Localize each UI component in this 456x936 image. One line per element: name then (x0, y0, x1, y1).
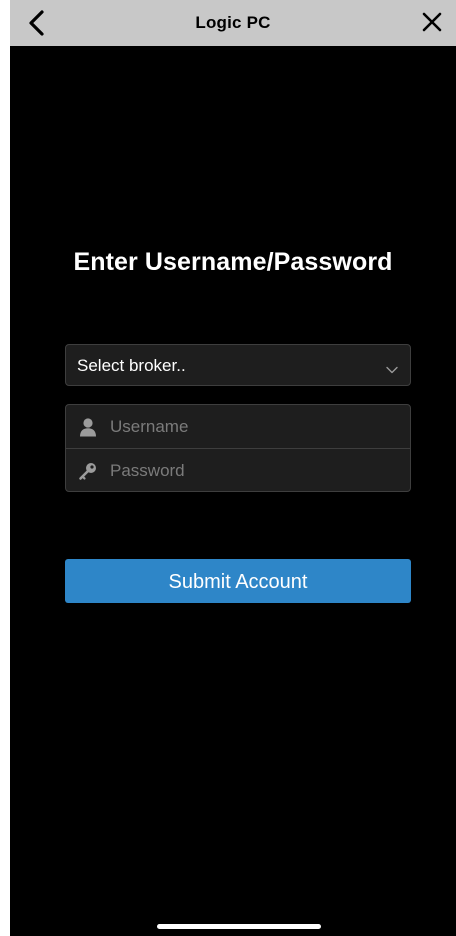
username-input[interactable] (110, 405, 400, 448)
user-icon (78, 417, 98, 437)
home-indicator (157, 924, 321, 929)
key-icon (78, 461, 98, 481)
close-icon[interactable] (420, 10, 444, 34)
submit-account-button[interactable]: Submit Account (65, 559, 411, 603)
nav-bar: Logic PC (10, 0, 456, 46)
broker-select[interactable]: Select broker.. (65, 344, 411, 386)
chevron-down-icon (386, 361, 398, 374)
form-heading: Enter Username/Password (73, 248, 393, 276)
password-input[interactable] (110, 449, 400, 492)
credentials-group (65, 404, 411, 492)
password-row (66, 449, 410, 492)
username-row (66, 405, 410, 449)
page-title: Logic PC (195, 13, 271, 32)
broker-select-value: Select broker.. (77, 356, 186, 375)
app-screen: Logic PC Enter Username/Password Select … (10, 0, 456, 936)
